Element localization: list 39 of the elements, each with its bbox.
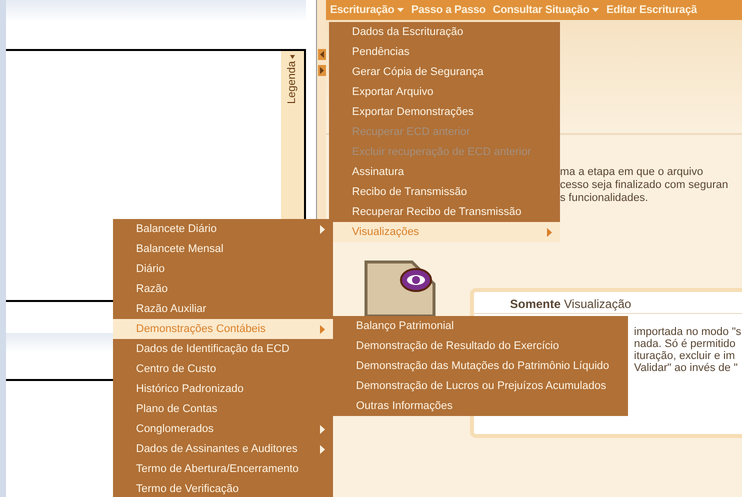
menu-item[interactable]: Demonstração de Lucros ou Prejuízos Acumulados	[333, 376, 628, 396]
intro-text-line: ma a etapa em que o arquivo	[560, 166, 704, 179]
menu-item[interactable]: Dados da Escrituração	[329, 22, 560, 42]
menu-item[interactable]: Balanço Patrimonial	[333, 316, 628, 336]
notice-text-line: importada no modo "s	[634, 326, 742, 338]
collapse-left-icon[interactable]	[318, 49, 326, 60]
ecd-document-eye-drawing	[364, 260, 436, 316]
menu-item[interactable]: Termo de Verificação	[113, 479, 333, 497]
menu-item[interactable]: Demonstrações Contábeis	[113, 319, 333, 339]
caret-icon	[290, 55, 295, 59]
menu-bar-item[interactable]: Escrituração	[330, 2, 404, 18]
menu-item[interactable]: Outras Informações	[333, 396, 628, 416]
menu-item[interactable]: Demonstração de Resultado do Exercício	[333, 336, 628, 356]
menu-item[interactable]: Conglomerados	[113, 419, 333, 439]
notice-text-line: Validar" ao invés de "	[634, 362, 739, 374]
menu-item[interactable]: Centro de Custo	[113, 359, 333, 379]
menu-item[interactable]: Razão Auxiliar	[113, 299, 333, 319]
menu-item[interactable]: Histórico Padronizado	[113, 379, 333, 399]
notice-text-line: nada. Só é permitido	[634, 338, 737, 350]
menu-item[interactable]: Exportar Demonstrações	[329, 102, 560, 122]
intro-text-line: s funcionalidades.	[560, 192, 650, 205]
notice-text-line: ituração, excluir e im	[634, 350, 736, 362]
menu-item[interactable]: Recuperar Recibo de Transmissão	[329, 202, 560, 222]
panel-title: Somente Visualização	[510, 296, 632, 313]
menu-item[interactable]: Exportar Arquivo	[329, 82, 560, 102]
menu-item[interactable]: Gerar Cópia de Segurança	[329, 62, 560, 82]
menu-item[interactable]: Demonstração das Mutações do Patrimônio Líquido	[333, 356, 628, 376]
menu-item[interactable]: Termo de Abertura/Encerramento	[113, 459, 333, 479]
menu-item[interactable]: Dados de Identificação da ECD	[113, 339, 333, 359]
intro-text-line: cesso seja finalizado com seguran	[560, 179, 728, 192]
menu-bar-item[interactable]: Passo a Passo	[411, 2, 486, 18]
expand-right-icon[interactable]	[318, 65, 326, 76]
menu-item[interactable]: Dados de Assinantes e Auditores	[113, 439, 333, 459]
menu-item[interactable]: Assinatura	[329, 162, 560, 182]
menu-item[interactable]: Plano de Contas	[113, 399, 333, 419]
menu-bar-item[interactable]: Consultar Situação	[492, 2, 600, 18]
menu-item[interactable]: Recibo de Transmissão	[329, 182, 560, 202]
menu-item[interactable]: Pendências	[329, 42, 560, 62]
menu-bar-item[interactable]: Editar Escrituraçã	[606, 2, 697, 18]
